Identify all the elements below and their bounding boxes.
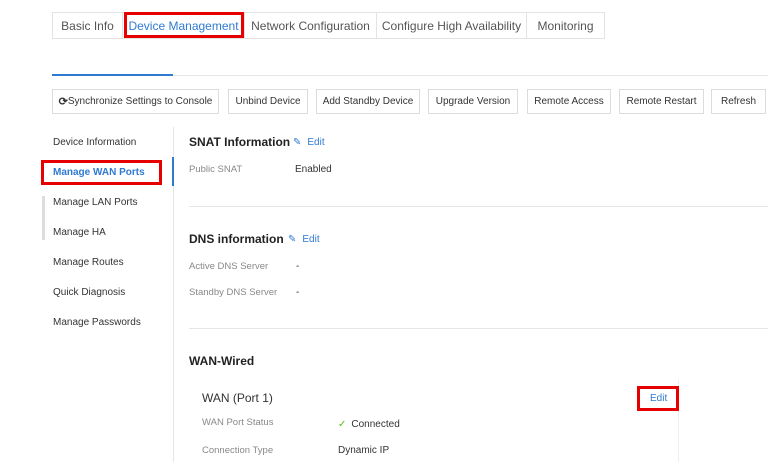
synchronize-settings-button[interactable]: ⟳ Synchronize Settings to Console [52, 89, 219, 114]
sidebar-item-manage-routes[interactable]: Manage Routes [53, 257, 124, 268]
tab-monitoring[interactable]: Monitoring [526, 12, 605, 39]
public-snat-value: Enabled [295, 164, 332, 175]
remote-restart-button[interactable]: Remote Restart [619, 89, 704, 114]
snat-edit-button[interactable]: ✎ Edit [293, 137, 325, 148]
edit-icon: ✎ [288, 234, 297, 245]
refresh-button[interactable]: Refresh [711, 89, 766, 114]
active-dns-label: Active DNS Server [189, 261, 269, 272]
connection-type-value: Dynamic IP [338, 445, 390, 456]
divider [189, 206, 768, 207]
tab-configure-high-availability[interactable]: Configure High Availability [376, 12, 527, 39]
highlight-box [124, 12, 244, 38]
sidebar-item-manage-passwords[interactable]: Manage Passwords [53, 317, 141, 328]
connection-type-label: Connection Type [202, 445, 274, 456]
sync-icon: ⟳ [58, 96, 68, 108]
wan-status: ✓ Connected [338, 419, 400, 430]
highlight-box [637, 386, 679, 411]
sidebar-item-manage-ha[interactable]: Manage HA [53, 227, 106, 238]
add-standby-device-button[interactable]: Add Standby Device [316, 89, 420, 114]
wan-port-title: WAN (Port 1) [202, 391, 273, 405]
unbind-device-button[interactable]: Unbind Device [228, 89, 308, 114]
wan-status-label: WAN Port Status [202, 417, 274, 428]
edit-icon: ✎ [293, 137, 302, 148]
active-underline [52, 74, 173, 76]
dns-title: DNS information [189, 232, 284, 246]
sidebar-item-manage-lan-ports[interactable]: Manage LAN Ports [53, 197, 138, 208]
sidebar-item-quick-diagnosis[interactable]: Quick Diagnosis [53, 287, 125, 298]
standby-dns-label: Standby DNS Server [189, 287, 278, 298]
snat-title: SNAT Information [189, 135, 291, 149]
public-snat-label: Public SNAT [189, 164, 243, 175]
standby-dns-value: - [296, 287, 300, 298]
check-icon: ✓ [338, 419, 347, 430]
active-indicator [172, 157, 174, 186]
divider [189, 328, 768, 329]
upgrade-version-button[interactable]: Upgrade Version [428, 89, 518, 114]
tab-network-configuration[interactable]: Network Configuration [244, 12, 377, 39]
active-dns-value: - [296, 261, 300, 272]
dns-edit-button[interactable]: ✎ Edit [288, 234, 320, 245]
highlight-box [41, 160, 162, 185]
sidebar-item-device-information[interactable]: Device Information [53, 137, 136, 148]
scrollbar[interactable] [42, 196, 45, 240]
tab-basic-info[interactable]: Basic Info [52, 12, 123, 39]
wan-wired-title: WAN-Wired [189, 354, 255, 368]
remote-access-button[interactable]: Remote Access [527, 89, 611, 114]
